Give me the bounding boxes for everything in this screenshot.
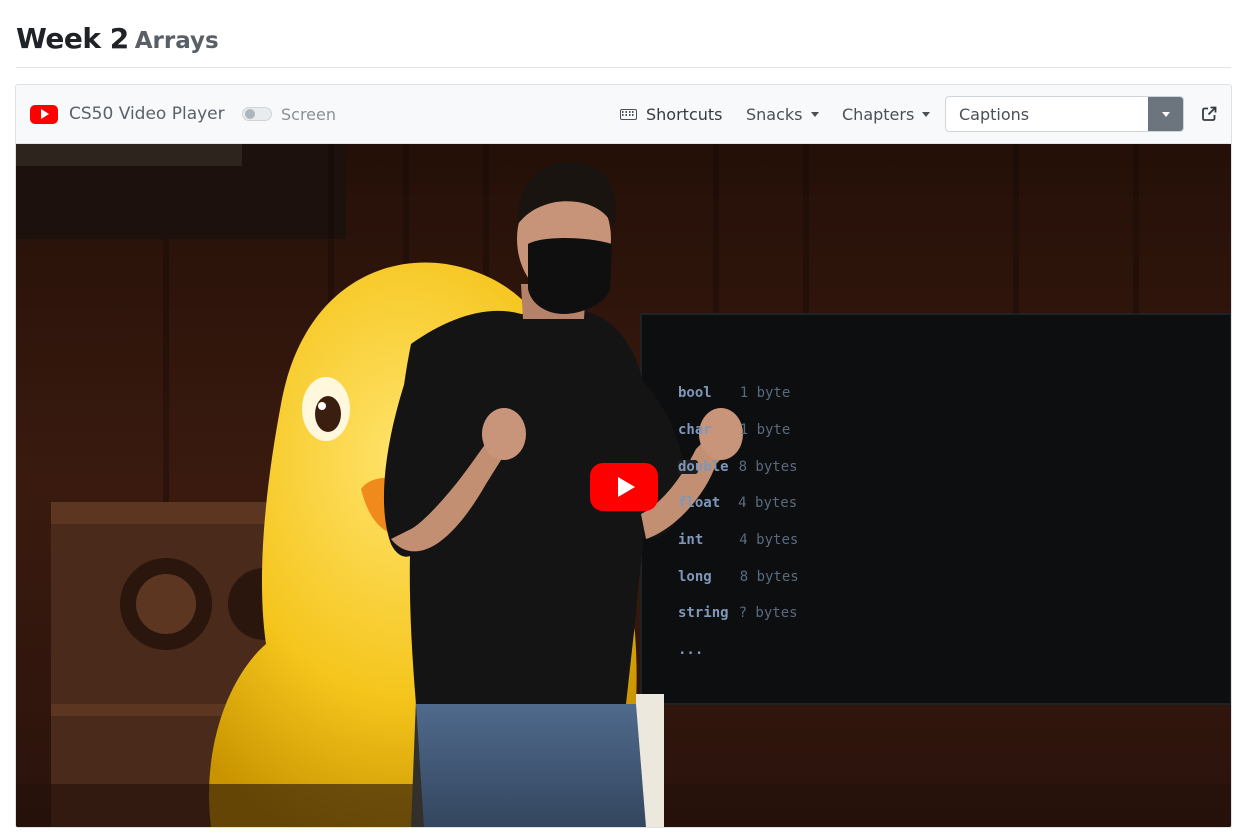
page-title: Week 2 <box>16 22 129 55</box>
captions-dropdown-toggle[interactable] <box>1148 97 1183 131</box>
chevron-down-icon <box>810 111 819 117</box>
page-subtitle: Arrays <box>134 28 219 54</box>
player-brand: CS50 Video Player <box>30 85 225 143</box>
board-line: float 4 bytes <box>678 495 797 511</box>
snacks-label: Snacks <box>746 104 803 124</box>
captions-select[interactable] <box>945 96 1184 132</box>
board-line: string ? bytes <box>678 605 798 621</box>
keyboard-icon <box>620 108 637 120</box>
board-size: 1 byte <box>739 422 791 438</box>
chapters-label: Chapters <box>842 104 915 124</box>
chapters-dropdown[interactable]: Chapters <box>842 85 931 143</box>
board-size: 1 byte <box>739 385 791 401</box>
video-player: CS50 Video Player Screen Shortcuts Snack… <box>15 84 1232 828</box>
board-line: int 4 bytes <box>678 532 798 548</box>
board-line: bool 1 byte <box>678 385 790 401</box>
chevron-down-icon <box>1161 111 1170 117</box>
board-type: long <box>678 569 712 585</box>
board-type: bool <box>678 385 712 401</box>
board-type: double <box>678 459 729 475</box>
snacks-dropdown[interactable]: Snacks <box>746 85 819 143</box>
shortcuts-button[interactable]: Shortcuts <box>620 85 722 143</box>
board-size: 8 bytes <box>739 569 799 585</box>
board-type: string <box>678 605 729 621</box>
board-size: 8 bytes <box>738 459 798 475</box>
chevron-down-icon <box>922 111 931 117</box>
board-size: 4 bytes <box>739 532 799 548</box>
board-line: ... <box>678 642 703 658</box>
captions-input[interactable] <box>946 97 1148 131</box>
shortcuts-label: Shortcuts <box>646 104 723 124</box>
video-frame[interactable]: bool 1 byte char 1 byte double 8 bytes floa… <box>16 144 1231 827</box>
screen-toggle[interactable]: Screen <box>242 85 336 143</box>
board-type: int <box>678 532 704 548</box>
board-type: float <box>678 495 721 511</box>
player-title: CS50 Video Player <box>69 104 225 124</box>
page-header: Week 2 Arrays <box>16 22 1231 68</box>
youtube-icon <box>30 104 58 124</box>
screen-switch[interactable] <box>242 107 272 121</box>
board-line: char 1 byte <box>678 422 790 438</box>
play-button[interactable] <box>590 463 658 511</box>
board-line: double 8 bytes <box>678 459 798 475</box>
external-link-icon[interactable] <box>1200 105 1218 123</box>
player-toolbar: CS50 Video Player Screen Shortcuts Snack… <box>16 85 1231 144</box>
screen-toggle-label: Screen <box>281 104 337 124</box>
board-type: char <box>678 422 712 438</box>
play-icon <box>617 477 635 497</box>
board-line: long 8 bytes <box>678 569 799 585</box>
board-size: ? bytes <box>738 605 798 621</box>
board-type: ... <box>678 642 704 658</box>
board-size: 4 bytes <box>738 495 798 511</box>
